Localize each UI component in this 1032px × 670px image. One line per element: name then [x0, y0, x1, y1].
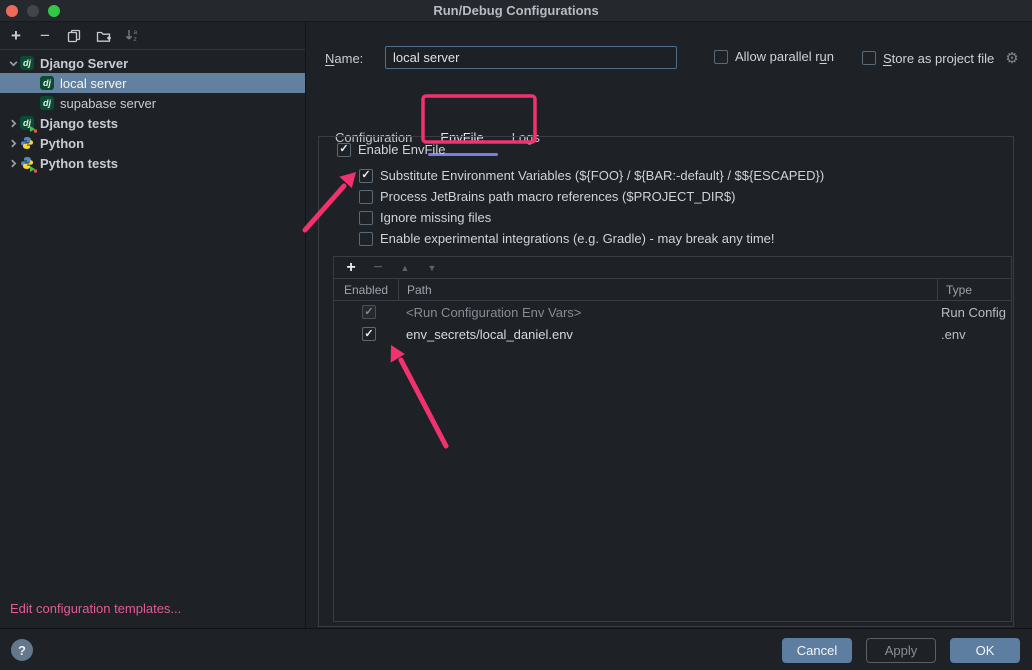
tree-item-supabase-server[interactable]: dj supabase server — [0, 93, 305, 113]
configurations-sidebar: + − az dj Django Server dj local server … — [0, 22, 306, 628]
configuration-editor: Name: Allow parallel run Store as projec… — [307, 22, 1032, 628]
apply-button[interactable]: Apply — [866, 638, 936, 663]
chevron-right-icon[interactable] — [6, 159, 20, 168]
row-enabled-checkbox[interactable] — [362, 327, 376, 341]
enable-envfile-checkbox[interactable]: Enable EnvFile — [337, 142, 445, 157]
window-title: Run/Debug Configurations — [0, 3, 1032, 18]
cancel-button[interactable]: Cancel — [782, 638, 852, 663]
checkbox-box[interactable] — [359, 169, 373, 183]
sidebar-toolbar: + − az — [0, 22, 305, 50]
table-row[interactable]: <Run Configuration Env Vars> Run Config — [334, 301, 1011, 323]
edit-configuration-templates-link[interactable]: Edit configuration templates... — [10, 601, 181, 616]
help-button[interactable]: ? — [11, 639, 33, 661]
row-path: <Run Configuration Env Vars> — [398, 305, 937, 320]
run-debug-configurations-dialog: { "window": { "title": "Run/Debug Config… — [0, 0, 1032, 670]
tree-item-label: Django Server — [40, 56, 128, 71]
chevron-down-icon[interactable] — [6, 59, 20, 68]
checkbox-label: Store as project file — [883, 51, 994, 66]
checkbox-label: Ignore missing files — [380, 210, 491, 225]
django-icon: dj — [40, 96, 55, 111]
tree-item-python[interactable]: Python — [0, 133, 305, 153]
tree-item-python-tests[interactable]: Python tests — [0, 153, 305, 173]
env-table-header: Enabled Path Type — [334, 279, 1011, 301]
python-icon — [20, 136, 35, 151]
env-table-toolbar: + − ▲ ▼ — [334, 257, 1011, 279]
tree-item-django-server[interactable]: dj Django Server — [0, 53, 305, 73]
tree-item-label: supabase server — [60, 96, 156, 111]
remove-configuration-icon[interactable]: − — [37, 28, 53, 44]
django-icon: dj — [40, 76, 55, 91]
name-label: Name: — [325, 51, 363, 66]
checkbox-box[interactable] — [359, 190, 373, 204]
checkbox-box[interactable] — [359, 211, 373, 225]
configurations-tree: dj Django Server dj local server dj supa… — [0, 50, 305, 173]
checkbox-label: Substitute Environment Variables (${FOO}… — [380, 168, 824, 183]
row-enabled-checkbox — [362, 305, 376, 319]
ignore-missing-files-checkbox[interactable]: Ignore missing files — [359, 210, 491, 225]
row-type: Run Config — [937, 305, 1011, 320]
name-input[interactable] — [385, 46, 677, 69]
checkbox-label: Allow parallel run — [735, 49, 834, 64]
process-path-macro-checkbox[interactable]: Process JetBrains path macro references … — [359, 189, 735, 204]
django-icon: dj — [20, 56, 35, 71]
column-header-enabled[interactable]: Enabled — [334, 279, 398, 301]
row-type: .env — [937, 327, 1011, 342]
django-tests-icon: dj — [20, 116, 35, 131]
checkbox-box[interactable] — [862, 51, 876, 65]
store-as-project-file-checkbox[interactable]: Store as project file ⚙ — [862, 49, 1019, 67]
remove-env-file-icon[interactable]: − — [371, 259, 385, 277]
envfile-tab-panel: Enable EnvFile Substitute Environment Va… — [318, 136, 1014, 627]
tree-item-label: Python tests — [40, 156, 118, 171]
experimental-integrations-checkbox[interactable]: Enable experimental integrations (e.g. G… — [359, 231, 775, 246]
tree-item-label: Python — [40, 136, 84, 151]
new-folder-icon[interactable] — [95, 28, 111, 44]
title-bar: Run/Debug Configurations — [0, 0, 1032, 22]
column-header-type[interactable]: Type — [937, 279, 1011, 301]
move-down-icon[interactable]: ▼ — [425, 263, 439, 273]
column-header-path[interactable]: Path — [398, 279, 937, 301]
chevron-right-icon[interactable] — [6, 139, 20, 148]
checkbox-label: Process JetBrains path macro references … — [380, 189, 735, 204]
tree-item-local-server[interactable]: dj local server — [0, 73, 305, 93]
tree-item-label: Django tests — [40, 116, 118, 131]
env-files-table: + − ▲ ▼ Enabled Path Type <Run Configura… — [333, 256, 1012, 622]
checkbox-box[interactable] — [359, 232, 373, 246]
allow-parallel-run-checkbox[interactable]: Allow parallel run — [714, 49, 834, 64]
python-tests-icon — [20, 156, 35, 171]
checkbox-label: Enable experimental integrations (e.g. G… — [380, 231, 775, 246]
row-path[interactable]: env_secrets/local_daniel.env — [398, 327, 937, 342]
checkbox-box[interactable] — [714, 50, 728, 64]
add-env-file-icon[interactable]: + — [344, 259, 358, 277]
checkbox-box[interactable] — [337, 143, 351, 157]
move-up-icon[interactable]: ▲ — [398, 263, 412, 273]
checkbox-label: Enable EnvFile — [358, 142, 445, 157]
ok-button[interactable]: OK — [950, 638, 1020, 663]
chevron-right-icon[interactable] — [6, 119, 20, 128]
table-row[interactable]: env_secrets/local_daniel.env .env — [334, 323, 1011, 345]
add-configuration-icon[interactable]: + — [8, 28, 24, 44]
sort-configurations-icon[interactable]: az — [124, 28, 140, 44]
gear-icon[interactable]: ⚙ — [1005, 49, 1018, 67]
copy-configuration-icon[interactable] — [66, 28, 82, 44]
svg-text:a: a — [134, 29, 138, 36]
substitute-env-variables-checkbox[interactable]: Substitute Environment Variables (${FOO}… — [359, 168, 824, 183]
dialog-footer: ? Cancel Apply OK — [0, 628, 1032, 670]
tree-item-label: local server — [60, 76, 126, 91]
tree-item-django-tests[interactable]: dj Django tests — [0, 113, 305, 133]
svg-text:z: z — [134, 36, 137, 43]
